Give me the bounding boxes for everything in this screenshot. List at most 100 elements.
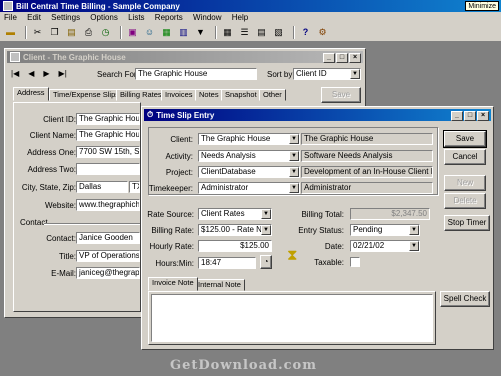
chevron-down-icon[interactable]: ▼ bbox=[289, 183, 299, 193]
cancel-button[interactable]: Cancel bbox=[444, 149, 486, 165]
invoice-note-textarea[interactable] bbox=[151, 294, 433, 342]
menu-lists[interactable]: Lists bbox=[128, 13, 144, 22]
chevron-down-icon[interactable]: ▼ bbox=[261, 225, 271, 235]
copy-icon[interactable]: ❐ bbox=[48, 26, 61, 39]
rate-source-select[interactable]: Client Rates ▼ bbox=[198, 208, 272, 220]
website-field[interactable]: www.thegraphichouse bbox=[76, 199, 140, 211]
menu-settings[interactable]: Settings bbox=[51, 13, 80, 22]
close-button[interactable]: × bbox=[477, 111, 489, 121]
activity-label: Activity: bbox=[165, 152, 193, 161]
maximize-button[interactable]: □ bbox=[336, 53, 348, 63]
date-picker[interactable]: 02/21/02 ▼ bbox=[350, 240, 420, 252]
menu-window[interactable]: Window bbox=[193, 13, 221, 22]
address-one-field[interactable]: 7700 SW 15th, Ste 2( bbox=[76, 146, 140, 158]
city-field[interactable]: Dallas bbox=[76, 181, 128, 193]
timer-button[interactable]: ◔ bbox=[260, 255, 272, 269]
new-button[interactable]: New bbox=[444, 175, 486, 191]
hourly-rate-field[interactable]: $125.00 bbox=[198, 240, 272, 252]
list-icon[interactable]: ☰ bbox=[238, 26, 251, 39]
taxable-label: Taxable: bbox=[314, 258, 344, 267]
taxable-checkbox[interactable] bbox=[350, 257, 360, 267]
tab-billing-rates[interactable]: Billing Rates bbox=[116, 89, 166, 101]
project-value: ClientDatabase bbox=[201, 167, 256, 176]
search-input[interactable]: The Graphic House bbox=[135, 68, 257, 80]
tab-address[interactable]: Address bbox=[13, 87, 49, 101]
address-one-label: Address One: bbox=[27, 148, 76, 157]
tab-snapshot[interactable]: Snapshot bbox=[221, 89, 261, 101]
help-icon[interactable]: ? bbox=[299, 26, 312, 39]
grid2-icon[interactable]: ▤ bbox=[255, 26, 268, 39]
clients-icon[interactable]: ▣ bbox=[126, 26, 139, 39]
report-icon[interactable]: ▥ bbox=[177, 26, 190, 39]
contact-field[interactable]: Janice Gooden bbox=[76, 232, 140, 244]
options-icon[interactable]: ⚙ bbox=[316, 26, 329, 39]
menu-help[interactable]: Help bbox=[232, 13, 248, 22]
chevron-down-icon[interactable]: ▼ bbox=[289, 151, 299, 161]
paste-icon[interactable]: ▤ bbox=[65, 26, 78, 39]
chevron-down-icon[interactable]: ▼ bbox=[350, 69, 360, 79]
watermark: GetDownload.com bbox=[170, 358, 317, 373]
stopwatch-icon[interactable]: ◷ bbox=[99, 26, 112, 39]
billing-rate-select[interactable]: $125.00 - Rate Number 2 ▼ bbox=[198, 224, 272, 236]
client-name-field[interactable]: The Graphic House bbox=[76, 129, 140, 141]
spell-check-button[interactable]: Spell Check bbox=[440, 291, 490, 307]
title-label: Title: bbox=[58, 252, 76, 261]
project-select[interactable]: ClientDatabase ▼ bbox=[198, 166, 300, 178]
first-record-icon[interactable]: |◀ bbox=[11, 69, 19, 81]
stop-timer-button[interactable]: Stop Timer bbox=[444, 215, 490, 231]
time-slip-title: Time Slip Entry bbox=[156, 110, 215, 120]
timekeeper-select[interactable]: Administrator ▼ bbox=[198, 182, 300, 194]
title-field[interactable]: VP of Operations bbox=[76, 250, 140, 262]
calc-icon[interactable]: ▦ bbox=[221, 26, 234, 39]
minimize-button[interactable]: _ bbox=[323, 53, 335, 63]
prev-record-icon[interactable]: ◀ bbox=[28, 69, 34, 81]
sort-select[interactable]: Client ID ▼ bbox=[293, 68, 361, 80]
email-field[interactable]: janiceg@thegraphichouse bbox=[76, 267, 140, 279]
activity-select[interactable]: Needs Analysis ▼ bbox=[198, 150, 300, 162]
hours-field[interactable]: 18:47 bbox=[198, 257, 256, 269]
menu-edit[interactable]: Edit bbox=[27, 13, 41, 22]
clock-icon: ◔ bbox=[263, 257, 269, 266]
tab-time-expense-slips[interactable]: Time/Expense Slips bbox=[49, 89, 123, 101]
client-id-field[interactable]: The Graphic House bbox=[76, 113, 140, 125]
entry-status-select[interactable]: Pending ▼ bbox=[350, 224, 420, 236]
invoice-icon[interactable]: ▦ bbox=[160, 26, 173, 39]
tab-invoice-note[interactable]: Invoice Note bbox=[148, 277, 198, 291]
city-state-zip-label: City, State, Zip: bbox=[21, 183, 76, 192]
chevron-down-icon[interactable]: ▼ bbox=[289, 167, 299, 177]
note-panel bbox=[148, 291, 436, 345]
address-two-field[interactable] bbox=[76, 163, 140, 175]
activity-description: Software Needs Analysis bbox=[301, 150, 433, 162]
chevron-down-icon[interactable]: ▼ bbox=[261, 209, 271, 219]
client-value: The Graphic House bbox=[201, 134, 271, 143]
folder-icon[interactable]: ▬ bbox=[4, 26, 17, 39]
client-id-label: Client ID: bbox=[43, 115, 76, 124]
tab-other[interactable]: Other bbox=[259, 89, 286, 101]
delete-button[interactable]: Delete bbox=[444, 193, 486, 209]
minimize-button[interactable]: _ bbox=[451, 111, 463, 121]
chart-icon[interactable]: ▧ bbox=[272, 26, 285, 39]
maximize-button[interactable]: □ bbox=[464, 111, 476, 121]
chevron-down-icon[interactable]: ▼ bbox=[409, 225, 419, 235]
save-button[interactable]: Save bbox=[443, 130, 487, 148]
menu-file[interactable]: File bbox=[4, 13, 17, 22]
menu-reports[interactable]: Reports bbox=[155, 13, 183, 22]
close-button[interactable]: × bbox=[349, 53, 361, 63]
tab-notes[interactable]: Notes bbox=[195, 89, 223, 101]
next-record-icon[interactable]: ▶ bbox=[43, 69, 49, 81]
chevron-down-icon[interactable]: ▼ bbox=[409, 241, 419, 251]
last-record-icon[interactable]: ▶| bbox=[59, 69, 67, 81]
client-save-button[interactable]: Save bbox=[321, 87, 361, 103]
state-field[interactable]: TX bbox=[129, 181, 140, 193]
client-name-label: Client Name: bbox=[29, 131, 76, 140]
print-icon[interactable]: ⎙ bbox=[82, 26, 95, 39]
people-icon[interactable]: ☺ bbox=[143, 26, 156, 39]
chevron-down-icon[interactable]: ▼ bbox=[289, 134, 299, 144]
client-select[interactable]: The Graphic House ▼ bbox=[198, 133, 300, 145]
menu-options[interactable]: Options bbox=[90, 13, 118, 22]
stopwatch-title-icon: ⏱ bbox=[147, 110, 154, 119]
tab-internal-note[interactable]: Internal Note bbox=[194, 279, 245, 291]
cut-icon[interactable]: ✂ bbox=[31, 26, 44, 39]
tab-invoices[interactable]: Invoices bbox=[161, 89, 197, 101]
grid-icon[interactable]: ▼ bbox=[194, 26, 207, 39]
